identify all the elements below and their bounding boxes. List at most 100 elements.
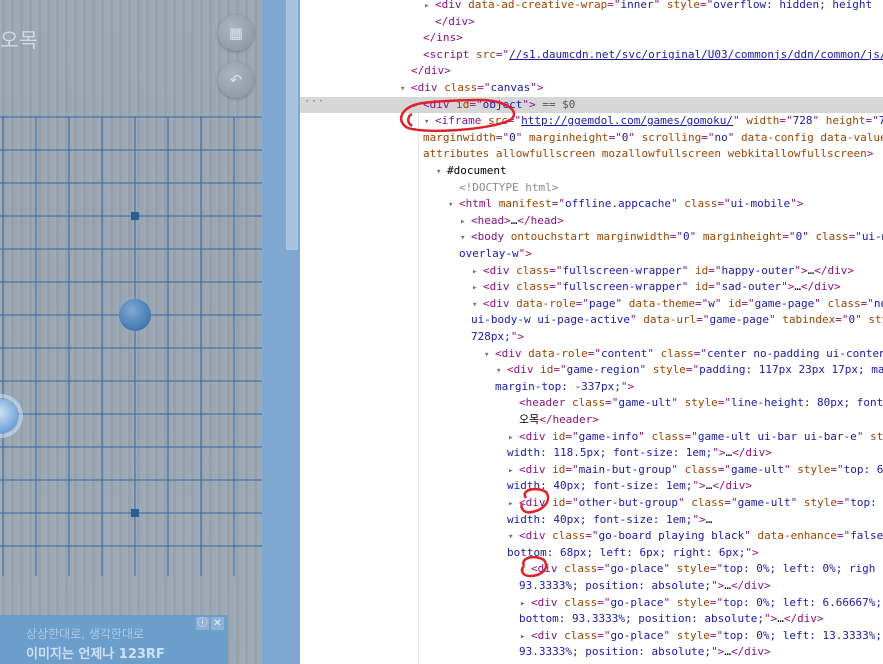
more-options-icon[interactable]: ···: [304, 96, 325, 107]
dom-node-line[interactable]: ▾ <div id="game-region" style="padding: 1…: [300, 362, 883, 378]
dom-node-line[interactable]: ▾ #document: [300, 163, 883, 179]
dom-node-line[interactable]: </div>: [300, 14, 883, 30]
code-token: marginheight: [702, 230, 783, 244]
code-token: game-ult: [730, 462, 784, 476]
code-token: data-role: [516, 296, 576, 310]
dom-node-line[interactable]: ▸ <div class="fullscreen-wrapper" id="sad…: [300, 279, 883, 295]
scrollbar-thumb[interactable]: [286, 0, 298, 250]
expand-triangle-icon[interactable]: ▸: [520, 562, 531, 578]
collapse-triangle-icon[interactable]: ▾: [412, 98, 423, 114]
dom-node-line[interactable]: ▾ <html manifest="offline.appcache" class…: [300, 196, 883, 212]
dom-node-line[interactable]: width: 40px; font-size: 1em;">…: [300, 512, 883, 528]
dom-node-line[interactable]: ▸ <div class="go-place" style="top: 0%; l…: [300, 628, 883, 644]
dom-node-line[interactable]: <!DOCTYPE html>: [300, 180, 883, 196]
expand-triangle-icon[interactable]: ▸: [460, 214, 471, 230]
expand-triangle-icon[interactable]: ▸: [508, 463, 519, 479]
expand-triangle-icon[interactable]: ▸: [508, 496, 519, 512]
code-token: top: 0%; left: 0%; righ: [723, 562, 876, 576]
dom-node-line[interactable]: bottom: 93.3333%; position: absolute;">……: [300, 611, 883, 627]
dom-node-line[interactable]: ▾ <body ontouchstart marginwidth="0" marg…: [300, 229, 883, 245]
code-token: <div: [507, 363, 541, 377]
collapse-triangle-icon[interactable]: ▾: [472, 297, 483, 313]
dom-node-line[interactable]: ▸ <head>…</head>: [300, 213, 883, 229]
code-token: =": [709, 595, 724, 609]
collapse-triangle-icon[interactable]: ▾: [424, 114, 435, 130]
ad-banner[interactable]: 상상한대로, 생각한대로 이미지는 언제나 123RF: [0, 615, 228, 664]
code-token: manifest: [498, 197, 552, 211]
dom-node-line[interactable]: width: 40px; font-size: 1em;">…</div>: [300, 478, 883, 494]
code-token: =": [685, 363, 700, 377]
code-token: <div: [531, 562, 565, 576]
code-token: =": [549, 263, 563, 277]
code-token: ">: [522, 97, 536, 111]
code-token: =": [597, 562, 611, 576]
code-token: go-place: [610, 595, 664, 609]
code-token: =": [553, 363, 567, 377]
code-token: data-config data-value: [740, 130, 883, 144]
dom-node-line[interactable]: ▾ <div class="go-board playing black" dat…: [300, 528, 883, 544]
dom-node-line[interactable]: ▸ <div class="go-place" style="top: 0%; l…: [300, 595, 883, 611]
close-icon[interactable]: ✕: [211, 617, 224, 630]
dom-node-line[interactable]: ▸ <div class="go-place" style="top: 0%; l…: [300, 561, 883, 577]
dom-node-line[interactable]: 93.3333%; position: absolute;">…</div>: [300, 578, 883, 594]
dom-node-selected[interactable]: ▾ <div id="object"> == $0: [300, 96, 883, 114]
expand-triangle-icon[interactable]: ▸: [472, 264, 483, 280]
dom-node-line[interactable]: width: 118.5px; font-size: 1em;">…</div>: [300, 445, 883, 461]
dom-node-line[interactable]: ▾ <div class="canvas">: [300, 80, 883, 96]
collapse-triangle-icon[interactable]: ▾: [436, 164, 447, 180]
code-token: =": [835, 313, 849, 327]
go-board[interactable]: [0, 0, 262, 664]
code-token: height: [825, 114, 866, 128]
code-token: <div: [519, 429, 553, 443]
dom-node-line[interactable]: ▾ <div data-role="page" data-theme="w" id…: [300, 296, 883, 312]
expand-triangle-icon[interactable]: ▸: [520, 596, 531, 612]
collapse-triangle-icon[interactable]: ▾: [448, 197, 459, 213]
dom-node-line[interactable]: ▸ <div class="fullscreen-wrapper" id="hap…: [300, 263, 883, 279]
expand-triangle-icon[interactable]: ▸: [472, 280, 483, 296]
collapse-triangle-icon[interactable]: ▾: [496, 363, 507, 379]
expand-triangle-icon[interactable]: ▸: [424, 0, 435, 14]
dom-node-line[interactable]: <header class="game-ult" style="line-hei…: [300, 395, 883, 411]
code-token: =": [865, 114, 879, 128]
dom-node-line[interactable]: </div>: [300, 63, 883, 79]
code-token: no: [873, 296, 883, 310]
code-token: <div: [519, 496, 553, 509]
info-icon[interactable]: ⓘ: [196, 617, 209, 630]
code-token: ": [671, 462, 685, 476]
collapse-triangle-icon[interactable]: ▾: [508, 529, 519, 545]
collapse-triangle-icon[interactable]: ▾: [460, 230, 471, 246]
code-token: id: [552, 429, 566, 443]
dom-node-line[interactable]: ▸ <div id="game-info" class="game-ult ui-…: [300, 429, 883, 445]
dom-node-line[interactable]: ▸ <div id="other-but-group" class="game-u…: [300, 495, 883, 511]
dom-node-line[interactable]: ▸ <div data-ad-creative-wrap="inner" styl…: [300, 0, 883, 13]
code-token: style: [684, 396, 718, 410]
dom-node-line[interactable]: <script src="//s1.daumcdn.net/svc/origin…: [300, 47, 883, 63]
dom-node-line[interactable]: ▾ <iframe src="http://ggemdol.com/games/g…: [300, 113, 883, 129]
dom-node-line[interactable]: bottom: 68px; left: 6px; right: 6px;">: [300, 545, 883, 561]
dom-node-line[interactable]: ui-body-w ui-page-active" data-url="game…: [300, 312, 883, 328]
collapse-triangle-icon[interactable]: ▾: [400, 81, 411, 97]
collapse-triangle-icon[interactable]: ▾: [484, 347, 495, 363]
dom-node-line[interactable]: margin-top: -337px;">: [300, 379, 883, 395]
expand-triangle-icon[interactable]: ▸: [520, 629, 531, 645]
dom-node-line[interactable]: 728px;">: [300, 329, 883, 345]
dom-node-line[interactable]: overlay-w">: [300, 246, 883, 262]
dom-node-line[interactable]: ▾ <div data-role="content" class="center …: [300, 346, 883, 362]
code-token: ": [515, 130, 529, 144]
code-token: ">: [711, 645, 725, 659]
dom-node-line[interactable]: ▸ <div id="main-but-group" class="game-ul…: [300, 462, 883, 478]
code-token[interactable]: //s1.daumcdn.net/svc/original/U03/common…: [509, 48, 883, 61]
code-token: content: [600, 346, 648, 360]
dom-node-line[interactable]: 93.3333%; position: absolute;">…</div>: [300, 644, 883, 660]
code-token: 0: [509, 130, 516, 144]
code-token: offline.appcache: [564, 197, 671, 211]
code-token[interactable]: http://ggemdol.com/games/gomoku/: [521, 114, 733, 127]
dom-node-line[interactable]: 오목</header>: [300, 412, 883, 428]
code-token: fullscreen-wrapper: [562, 280, 682, 294]
expand-triangle-icon[interactable]: ▸: [508, 430, 519, 446]
dom-node-line[interactable]: </ins>: [300, 30, 883, 46]
dom-node-line[interactable]: attributes allowfullscreen mozallowfulls…: [300, 146, 883, 162]
dom-node-line[interactable]: marginwidth="0" marginheight="0" scrolli…: [300, 130, 883, 146]
code-token: 728: [792, 114, 813, 128]
code-token: <div: [531, 628, 565, 642]
